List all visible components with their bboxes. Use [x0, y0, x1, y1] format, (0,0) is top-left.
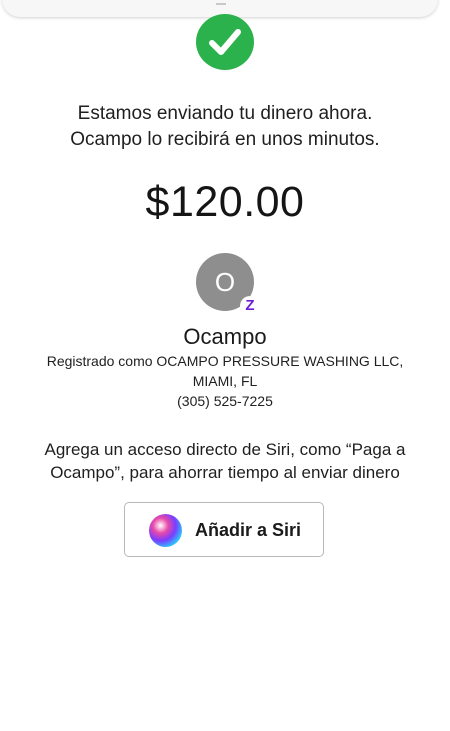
registration-line-2: MIAMI, FL [192, 373, 258, 389]
success-check-icon [196, 14, 254, 70]
registration-line-1: Registrado como OCAMPO PRESSURE WASHING … [46, 353, 404, 369]
status-line-1: Estamos enviando tu dinero ahora. [77, 103, 373, 124]
recipient-phone: (305) 525-7225 [177, 393, 273, 409]
zelle-logo-icon: Z [240, 296, 260, 316]
siri-icon [149, 514, 182, 547]
add-to-siri-label: Añadir a Siri [195, 520, 302, 540]
status-line-2: Ocampo lo recibirá en unos minutos. [70, 129, 380, 150]
siri-hint-line-2: Ocampo”, para ahorrar tiempo al enviar d… [50, 463, 400, 482]
payment-confirmation-screen: Estamos enviando tu dinero ahora. Ocampo… [0, 0, 450, 731]
siri-hint-line-1: Agrega un acceso directo de Siri, como “… [44, 440, 406, 459]
payment-amount: $120.00 [145, 178, 305, 226]
recipient-registration: Registrado como OCAMPO PRESSURE WASHING … [0, 351, 450, 411]
siri-hint: Agrega un acceso directo de Siri, como “… [0, 438, 450, 484]
add-to-siri-button[interactable]: Añadir a Siri [124, 502, 324, 557]
status-message: Estamos enviando tu dinero ahora. Ocampo… [0, 101, 450, 153]
top-sheet-handle [216, 0, 226, 5]
recipient-name: Ocampo [183, 324, 267, 349]
